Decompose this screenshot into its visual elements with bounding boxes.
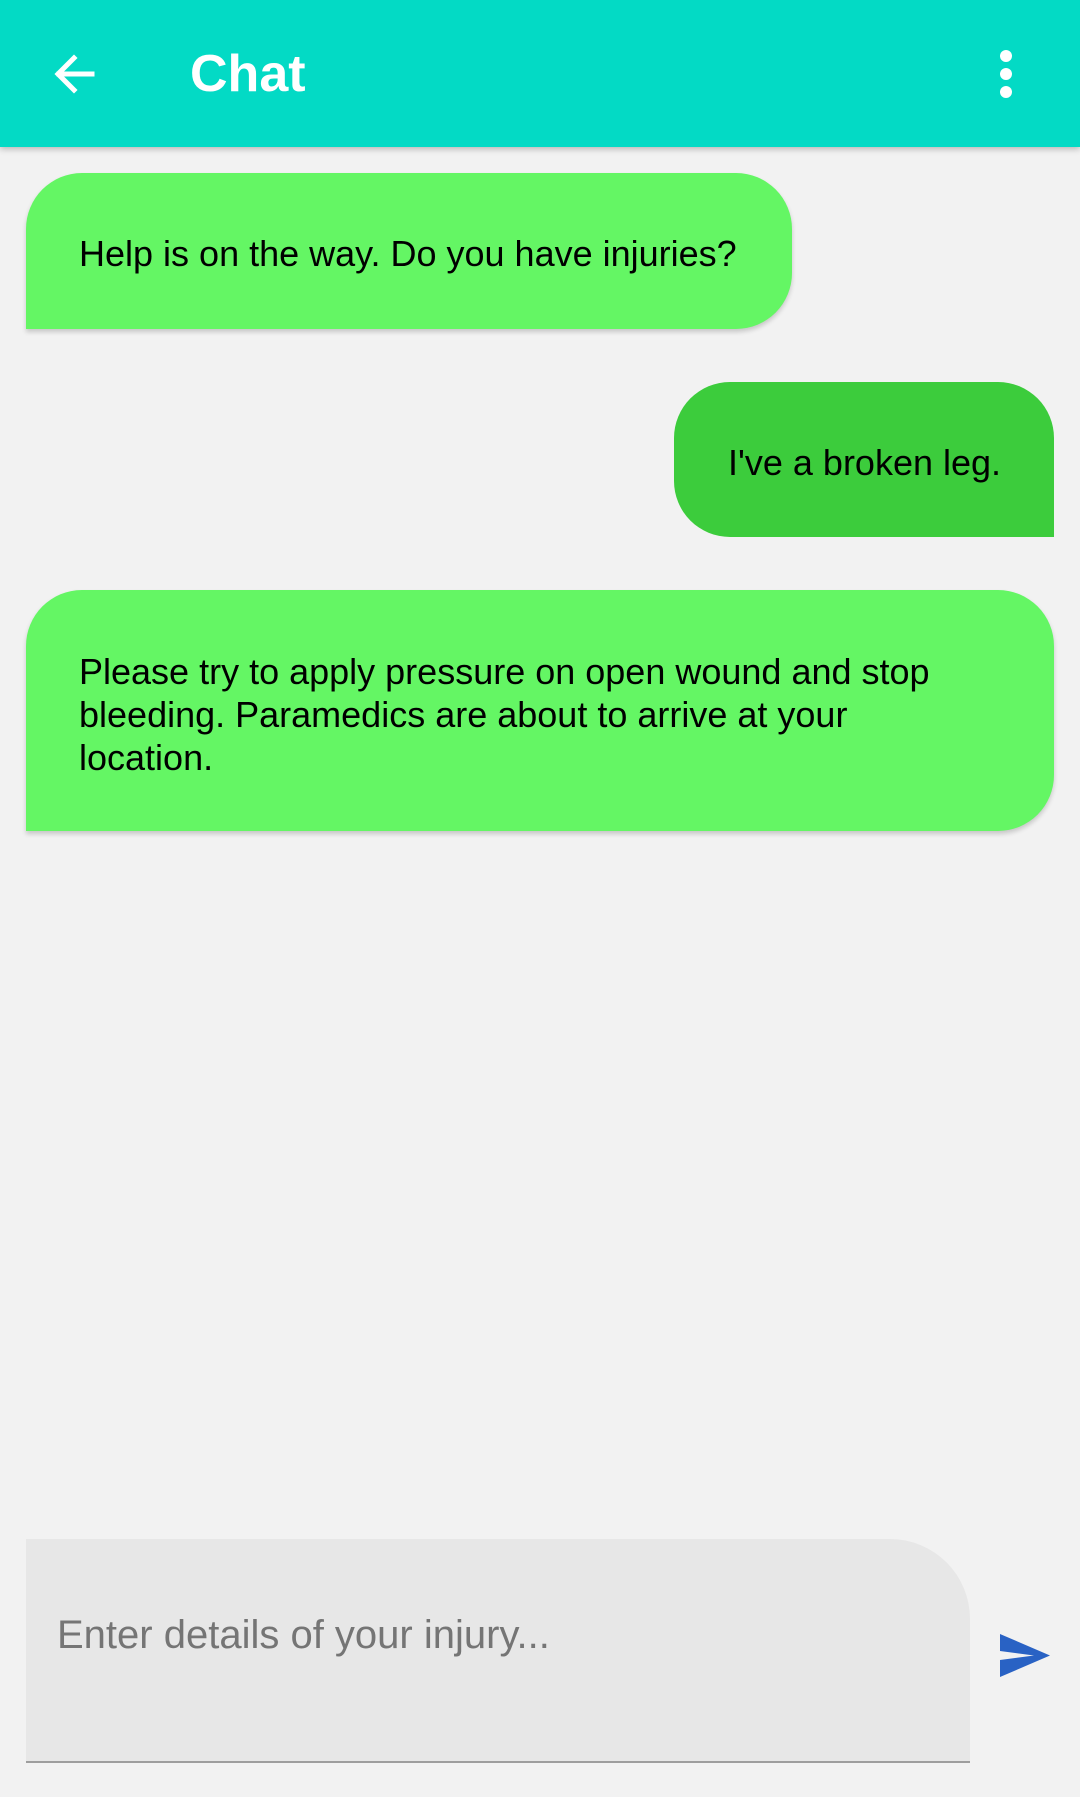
send-button[interactable]	[990, 1620, 1060, 1690]
message-bubble-incoming: Please try to apply pressure on open wou…	[26, 590, 1054, 831]
message-bubble-incoming: Help is on the way. Do you have injuries…	[26, 173, 792, 329]
message-text: Please try to apply pressure on open wou…	[79, 651, 930, 778]
message-bubble-outgoing: I've a broken leg.	[674, 382, 1054, 537]
message-composer	[26, 1539, 970, 1763]
more-vertical-icon	[1000, 50, 1012, 98]
send-icon	[1000, 1633, 1050, 1677]
arrow-back-icon	[54, 54, 95, 94]
message-text: Help is on the way. Do you have injuries…	[79, 233, 737, 274]
back-button[interactable]	[36, 36, 112, 112]
page-title: Chat	[190, 45, 306, 103]
message-text: I've a broken leg.	[728, 442, 1002, 483]
overflow-menu-button[interactable]	[968, 36, 1044, 112]
app-bar: Chat	[0, 0, 1080, 147]
injury-details-input[interactable]	[57, 1607, 917, 1663]
